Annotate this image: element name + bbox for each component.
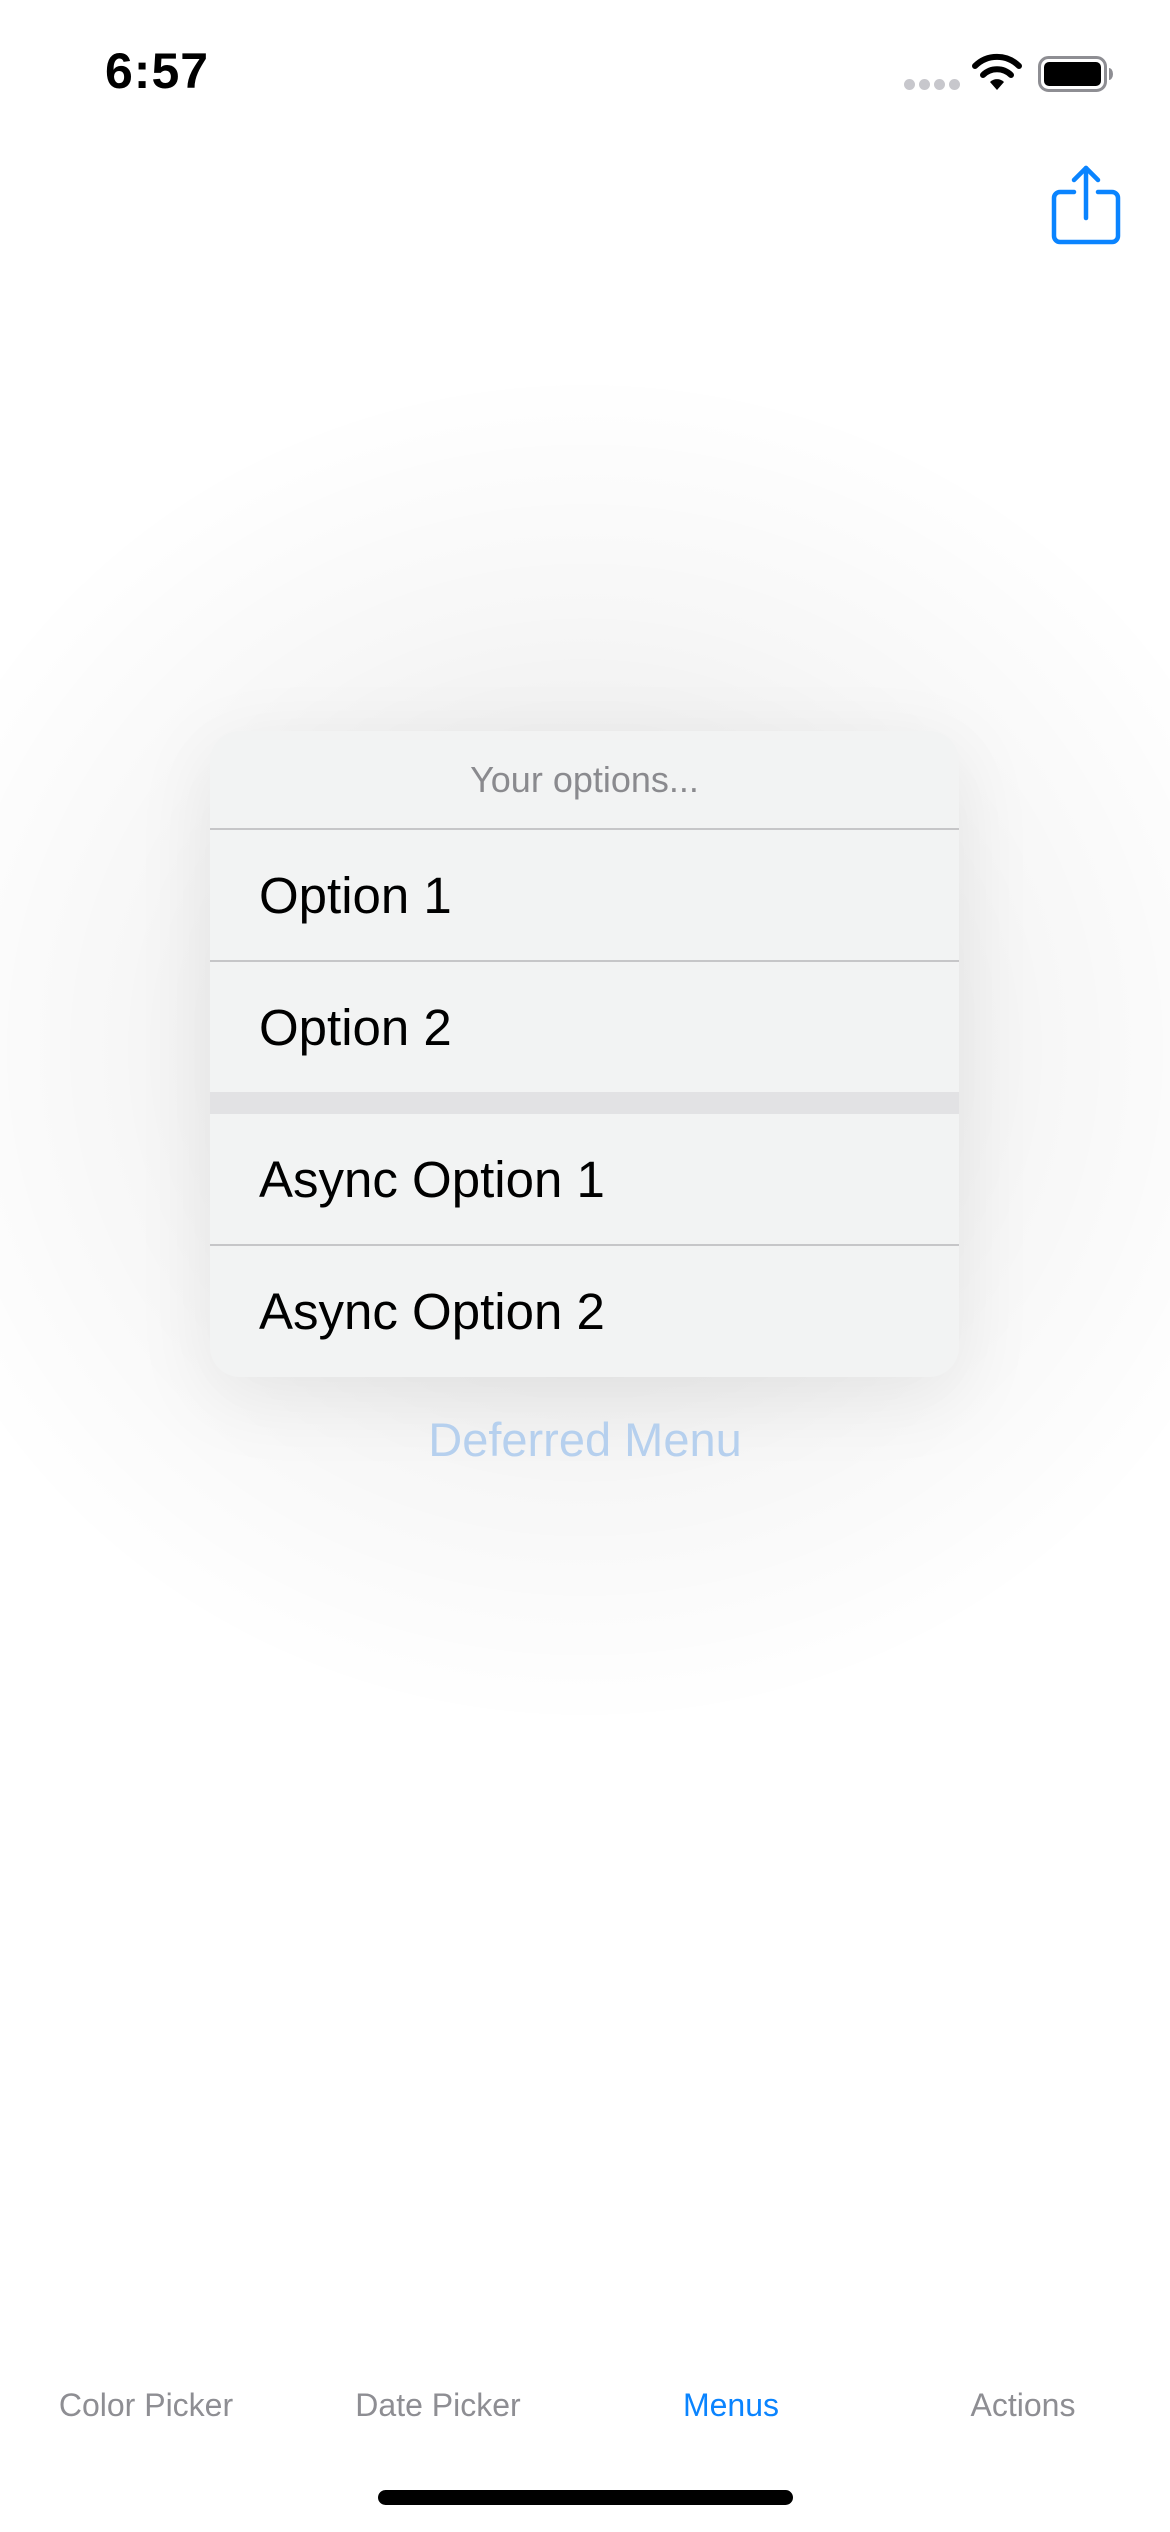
tab-actions[interactable]: Actions [877,2370,1169,2440]
home-indicator[interactable] [378,2490,793,2505]
menu-item-async-option-2[interactable]: Async Option 2 [210,1246,959,1376]
deferred-menu-button[interactable]: Deferred Menu [0,1412,1170,1467]
tab-color-picker[interactable]: Color Picker [0,2370,292,2440]
context-menu: Your options... Option 1 Option 2 Async … [210,731,959,1377]
menu-item-option-2[interactable]: Option 2 [210,962,959,1092]
share-button[interactable] [1050,162,1122,246]
menu-item-option-1[interactable]: Option 1 [210,830,959,960]
battery-full-icon [1038,56,1114,92]
status-bar: 6:57 [0,0,1170,150]
menu-item-async-option-1[interactable]: Async Option 1 [210,1114,959,1244]
square-and-arrow-up-icon [1051,165,1121,245]
status-time: 6:57 [105,43,210,99]
menu-group-separator [210,1092,959,1114]
menu-title: Your options... [470,758,699,800]
tab-bar: Color Picker Date Picker Menus Actions [0,2370,1170,2440]
wifi-icon [970,52,1024,92]
tab-date-picker[interactable]: Date Picker [292,2370,584,2440]
tab-menus[interactable]: Menus [585,2370,877,2440]
cellular-signal-icon [904,79,960,93]
